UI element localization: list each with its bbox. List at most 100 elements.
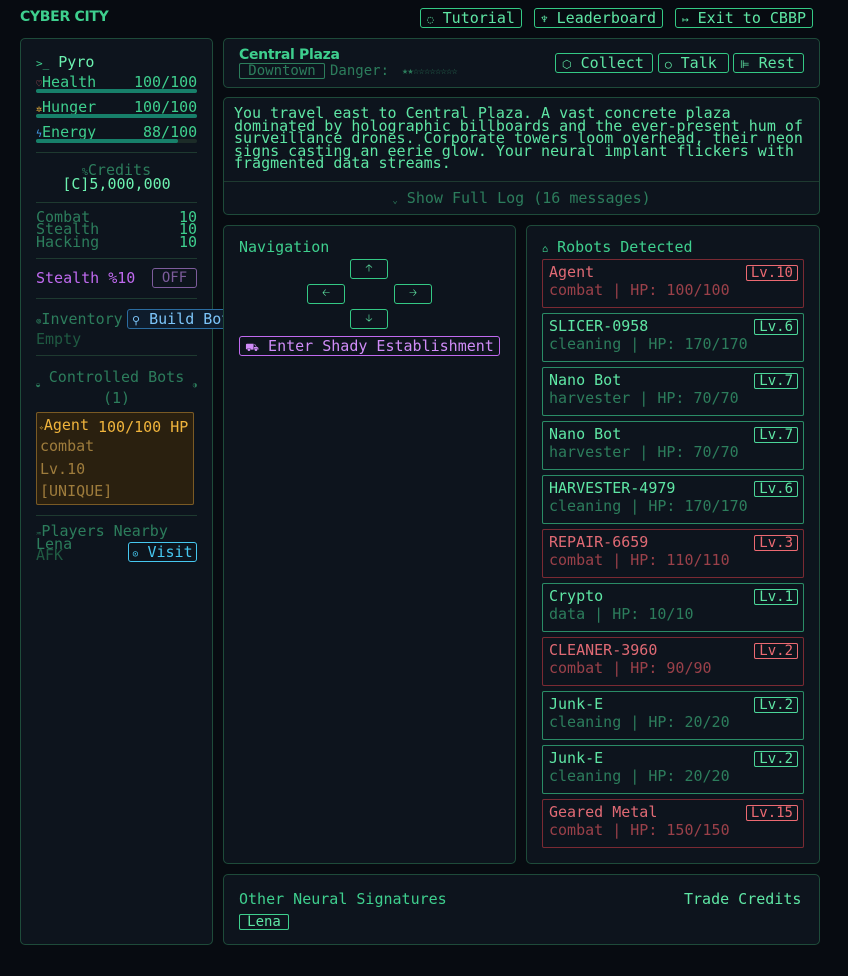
- robot-card[interactable]: Junk-E cleaning | HP: 20/20 Lv.2: [542, 691, 804, 740]
- arrow-right-icon: 🡢: [408, 288, 418, 299]
- location-name: Central Plaza: [239, 47, 340, 63]
- wrench-icon: ⚲: [132, 314, 141, 327]
- west-button[interactable]: 🡠: [307, 284, 345, 304]
- robot-icon: ⌂: [542, 244, 549, 255]
- robot-card[interactable]: CLEANER-3960 combat | HP: 90/90 Lv.2: [542, 637, 804, 686]
- trophy-icon: ♆: [541, 13, 548, 26]
- cart-icon: ⛟: [245, 341, 260, 354]
- robot-info: cleaning | HP: 170/170: [549, 497, 748, 515]
- divider: [36, 515, 197, 516]
- robot-info: cleaning | HP: 20/20: [549, 767, 730, 785]
- robot-name: Nano Bot: [549, 425, 622, 443]
- show-full-log-button[interactable]: ⌄ Show Full Log (16 messages): [224, 189, 819, 207]
- east-button[interactable]: 🡢: [394, 284, 432, 304]
- robot-info: harvester | HP: 70/70: [549, 389, 739, 407]
- player-name-row: >_ Pyro: [36, 53, 94, 71]
- robot-level-badge: Lv.7: [754, 427, 798, 443]
- chevron-down-icon: ⌄: [392, 196, 398, 206]
- exit-button[interactable]: ↦ Exit to CBBP: [675, 8, 814, 28]
- danger-rating: ★★☆☆☆☆☆☆☆☆: [402, 66, 458, 77]
- robot-card[interactable]: Agent combat | HP: 100/100 Lv.10: [542, 259, 804, 308]
- divider: [36, 298, 197, 299]
- robot-card[interactable]: Junk-E cleaning | HP: 20/20 Lv.2: [542, 745, 804, 794]
- robot-card[interactable]: REPAIR-6659 combat | HP: 110/110 Lv.3: [542, 529, 804, 578]
- north-button[interactable]: 🡡: [350, 259, 388, 279]
- robot-info: combat | HP: 100/100: [549, 281, 730, 299]
- divider: [36, 258, 197, 259]
- tutorial-label: Tutorial: [442, 9, 515, 27]
- robot-name: Crypto: [549, 587, 604, 605]
- talk-label: Talk: [680, 54, 717, 72]
- robot-card[interactable]: Crypto data | HP: 10/10 Lv.1: [542, 583, 804, 632]
- robot-card[interactable]: Nano Bot harvester | HP: 70/70 Lv.7: [542, 367, 804, 416]
- robot-level-badge: Lv.2: [754, 697, 798, 713]
- robot-name: Junk-E: [549, 749, 604, 767]
- visit-label: Visit: [147, 543, 193, 561]
- robots-title: Robots Detected: [557, 238, 693, 256]
- robot-level-badge: Lv.2: [754, 751, 798, 767]
- divider: [36, 152, 197, 153]
- leaderboard-label: Leaderboard: [556, 9, 656, 27]
- robot-name: REPAIR-6659: [549, 533, 649, 551]
- robot-info: combat | HP: 110/110: [549, 551, 730, 569]
- robot-info: cleaning | HP: 170/170: [549, 335, 748, 353]
- district-badge: Downtown: [239, 63, 325, 79]
- tutorial-button[interactable]: ◌ Tutorial: [420, 8, 522, 28]
- visit-button[interactable]: ⊙ Visit: [128, 542, 197, 562]
- stealth-label: Stealth %10: [36, 269, 136, 287]
- trade-credits-button[interactable]: Trade Credits: [684, 890, 801, 908]
- chat-icon: ◯: [665, 58, 672, 71]
- health-bar-fill: [36, 89, 197, 93]
- rest-label: Rest: [758, 54, 795, 72]
- rest-button[interactable]: ⊫ Rest: [733, 53, 804, 73]
- log-text: You travel east to Central Plaza. A vast…: [234, 106, 803, 171]
- robot-level-badge: Lv.3: [754, 535, 798, 551]
- arrow-down-icon: 🡣: [365, 313, 373, 324]
- robot-info: data | HP: 10/10: [549, 605, 694, 623]
- hunger-bar-fill: [36, 114, 197, 118]
- build-bot-label: Build Bot: [149, 310, 231, 328]
- eye-icon: ⊙: [132, 549, 139, 560]
- leaderboard-button[interactable]: ♆ Leaderboard: [534, 8, 663, 28]
- arrow-left-icon: 🡠: [321, 288, 331, 299]
- bot-type: combat: [40, 437, 95, 455]
- terminal-icon: >_: [36, 57, 50, 70]
- energy-bar: [36, 139, 197, 143]
- exit-label: Exit to CBBP: [697, 9, 807, 27]
- robot-name: Nano Bot: [549, 371, 622, 389]
- collect-button[interactable]: ⬡ Collect: [555, 53, 653, 73]
- robot-name: Junk-E: [549, 695, 604, 713]
- robot-card[interactable]: Nano Bot harvester | HP: 70/70 Lv.7: [542, 421, 804, 470]
- build-bot-button[interactable]: ⚲ Build Bot: [127, 309, 231, 329]
- controlled-bots-count: (1): [102, 389, 131, 407]
- controlled-bots-header: ◒ Controlled Bots ◑ (1): [36, 367, 197, 409]
- enter-establishment-label: Enter Shady Establishment: [268, 337, 494, 355]
- signatures-title: Other Neural Signatures: [239, 890, 447, 908]
- robot-card[interactable]: Geared Metal combat | HP: 150/150 Lv.15: [542, 799, 804, 848]
- bot-level: Lv.10: [40, 460, 86, 478]
- bot-name-row: ✧Agent: [39, 416, 89, 434]
- controlled-bot-card[interactable]: ✧Agent 100/100 HP combat Lv.10 [UNIQUE]: [36, 412, 194, 505]
- skill-hacking-value: 10: [179, 233, 198, 251]
- robot-level-badge: Lv.10: [745, 265, 798, 281]
- robot-card[interactable]: HARVESTER-4979 cleaning | HP: 170/170 Lv.6: [542, 475, 804, 524]
- enter-establishment-button[interactable]: ⛟ Enter Shady Establishment: [239, 336, 500, 356]
- signature-player-badge[interactable]: Lena: [239, 914, 289, 930]
- stealth-toggle[interactable]: OFF: [152, 268, 197, 288]
- robot-name: Agent: [549, 263, 595, 281]
- log-divider: [224, 181, 819, 182]
- robot-level-badge: Lv.6: [754, 481, 798, 497]
- cube-icon: ⬡: [562, 58, 572, 71]
- robot-name: CLEANER-3960: [549, 641, 658, 659]
- energy-bar-fill: [36, 139, 178, 143]
- robot-card[interactable]: SLICER-0958 cleaning | HP: 170/170 Lv.6: [542, 313, 804, 362]
- arrow-up-icon: 🡡: [365, 263, 373, 274]
- robot-level-badge: Lv.7: [754, 373, 798, 389]
- talk-button[interactable]: ◯ Talk: [658, 53, 729, 73]
- robot-info: harvester | HP: 70/70: [549, 443, 739, 461]
- robot-info: combat | HP: 90/90: [549, 659, 712, 677]
- south-button[interactable]: 🡣: [350, 309, 388, 329]
- bot-icon: ◒: [36, 381, 41, 389]
- controlled-bots-label: Controlled Bots: [48, 368, 185, 386]
- robot-info: combat | HP: 150/150: [549, 821, 730, 839]
